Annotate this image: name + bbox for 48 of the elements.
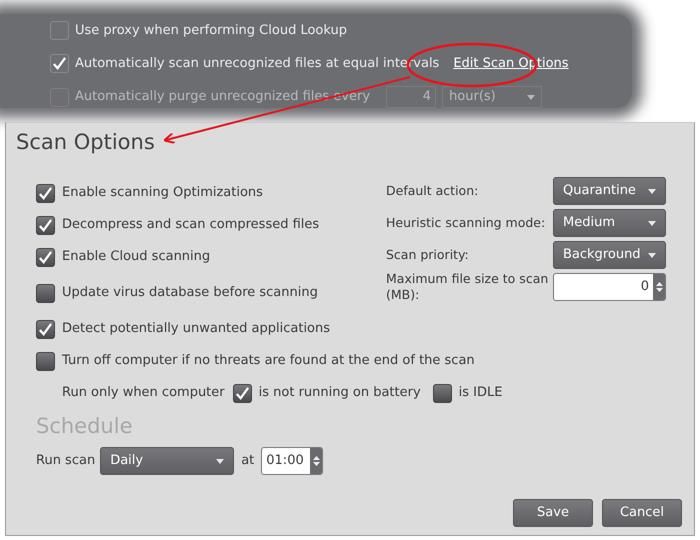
checkbox[interactable]: [36, 248, 55, 266]
caret-icon: [216, 458, 224, 464]
caret-icon: [648, 220, 656, 226]
checkbox[interactable]: [432, 384, 452, 402]
caret-icon: [648, 188, 656, 194]
option-label: Decompress and scan compressed files: [62, 216, 320, 234]
checkbox[interactable]: [36, 284, 55, 302]
setting-dropdown[interactable]: Medium: [553, 209, 666, 237]
setting-label: Maximum file size to scan (MB):: [386, 271, 550, 303]
dialog-button[interactable]: Save: [513, 499, 593, 527]
checkbox[interactable]: [50, 21, 69, 40]
checkbox[interactable]: [36, 320, 55, 338]
checkmark-icon: [38, 322, 53, 336]
option-label: Enable Cloud scanning: [62, 248, 210, 266]
checkmark-icon: [38, 218, 53, 232]
setting-dropdown[interactable]: Quarantine: [553, 177, 666, 205]
run-only-label: Run only when computer: [62, 384, 225, 402]
condition-label: is IDLE: [458, 384, 502, 402]
checkmark-icon: [38, 186, 53, 200]
caret-icon: [527, 94, 536, 100]
time-field[interactable]: 01:00: [261, 447, 324, 475]
run-scan-label: Run scan: [36, 452, 96, 470]
caret-icon: [648, 252, 656, 258]
option-label: Use proxy when performing Cloud Lookup: [75, 22, 347, 40]
at-label: at: [240, 452, 256, 470]
setting-label: Default action:: [386, 183, 480, 199]
number-field[interactable]: 0: [553, 273, 666, 301]
checkbox[interactable]: [50, 54, 69, 73]
frequency-dropdown[interactable]: Daily: [100, 447, 234, 475]
option-label: Detect potentially unwanted applications: [62, 320, 330, 338]
option-label: Turn off computer if no threats are found at the end of the scan: [62, 352, 475, 370]
checkbox[interactable]: [36, 216, 55, 234]
checkmark-icon: [38, 250, 53, 264]
spinner-arrows-icon[interactable]: [653, 274, 665, 300]
checkbox[interactable]: [36, 352, 55, 370]
setting-label: Scan priority:: [386, 247, 470, 263]
setting-label: Heuristic scanning mode:: [386, 215, 546, 231]
checkbox[interactable]: [36, 184, 55, 202]
dialog-button[interactable]: Cancel: [602, 499, 682, 527]
checkmark-icon: [234, 386, 250, 400]
condition-label: is not running on battery: [258, 384, 421, 402]
dialog-title: Scan Options: [16, 129, 156, 156]
option-label: Enable scanning Optimizations: [62, 184, 263, 202]
setting-dropdown[interactable]: Background: [553, 241, 666, 269]
checkmark-icon: [52, 56, 67, 71]
option-label: Update virus database before scanning: [62, 284, 318, 302]
spinner-arrows-icon[interactable]: [310, 448, 322, 474]
checkbox[interactable]: [232, 384, 252, 402]
